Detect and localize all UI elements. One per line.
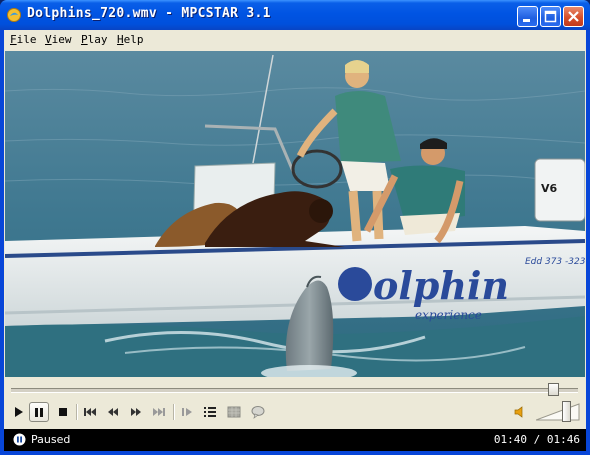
player-window: Dolphins_720.wmv - MPCSTAR 3.1 File View… xyxy=(0,0,590,455)
next-button[interactable] xyxy=(149,402,169,422)
video-frame-image: V6 olphin experience Edd 373 -323 xyxy=(5,51,585,377)
close-button[interactable] xyxy=(563,6,584,27)
speaker-icon xyxy=(514,406,523,418)
time-display: 01:40 / 01:46 xyxy=(494,433,580,446)
close-icon xyxy=(568,11,579,22)
pause-icon xyxy=(13,433,26,446)
skip-back-icon xyxy=(84,408,96,416)
fast-forward-icon xyxy=(131,408,141,416)
fast-forward-button[interactable] xyxy=(126,402,146,422)
playback-status: Paused xyxy=(31,433,71,446)
maximize-icon xyxy=(544,10,557,23)
volume-thumb[interactable] xyxy=(562,401,572,422)
volume-slider[interactable] xyxy=(536,403,580,421)
boat-lettering: olphin xyxy=(373,263,509,308)
previous-button[interactable] xyxy=(80,402,100,422)
status-bar: Paused 01:40 / 01:46 xyxy=(4,429,586,451)
playlist-button[interactable] xyxy=(200,402,220,422)
pause-icon xyxy=(35,408,43,417)
speech-bubble-icon xyxy=(251,406,265,419)
current-time: 01:40 xyxy=(493,433,527,446)
boat-lettering-sub: experience xyxy=(415,308,482,322)
subtitle-icon xyxy=(227,406,241,418)
title-bar[interactable]: Dolphins_720.wmv - MPCSTAR 3.1 xyxy=(0,0,590,30)
play-button[interactable] xyxy=(8,402,28,422)
menu-bar: File View Play Help xyxy=(4,30,586,50)
boat-registration: Edd 373 -323 xyxy=(525,257,585,267)
app-icon[interactable] xyxy=(6,7,22,23)
seek-thumb[interactable] xyxy=(548,383,560,396)
window-title: Dolphins_720.wmv - MPCSTAR 3.1 xyxy=(27,6,271,21)
menu-view[interactable]: View xyxy=(45,33,72,46)
rewind-button[interactable] xyxy=(103,402,123,422)
playlist-icon xyxy=(204,407,216,417)
motor-label: V6 xyxy=(541,182,558,195)
rewind-icon xyxy=(108,408,118,416)
menu-help[interactable]: Help xyxy=(117,33,144,46)
skip-forward-icon xyxy=(153,408,165,416)
mute-button[interactable] xyxy=(510,402,530,422)
stop-button[interactable] xyxy=(53,402,73,422)
toolbar-separator xyxy=(76,404,78,420)
menu-play[interactable]: Play xyxy=(81,33,108,46)
menu-file[interactable]: File xyxy=(10,33,37,46)
total-time: 01:46 xyxy=(546,433,580,446)
play-icon xyxy=(15,407,23,417)
seek-bar[interactable] xyxy=(11,388,578,393)
frame-step-button[interactable] xyxy=(177,402,197,422)
minimize-icon xyxy=(523,19,530,22)
time-separator: / xyxy=(533,433,541,446)
frame-step-icon xyxy=(182,408,192,416)
video-display[interactable]: V6 olphin experience Edd 373 -323 xyxy=(5,51,585,377)
pause-button[interactable] xyxy=(29,402,49,422)
stop-icon xyxy=(59,408,67,416)
toolbar-separator xyxy=(173,404,175,420)
subtitle-button[interactable] xyxy=(224,402,244,422)
minimize-button[interactable] xyxy=(517,6,538,27)
maximize-button[interactable] xyxy=(540,6,561,27)
client-area: File View Play Help V6 olphin experience… xyxy=(4,30,586,451)
chat-button[interactable] xyxy=(248,402,268,422)
